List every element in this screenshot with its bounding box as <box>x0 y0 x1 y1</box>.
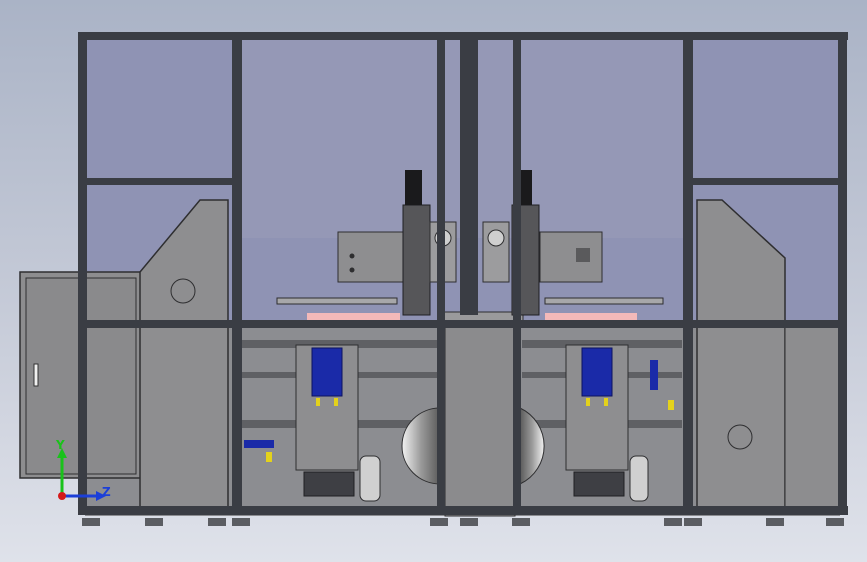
machine-assembly-model[interactable] <box>0 0 867 562</box>
coordinate-triad: Y Z <box>40 438 130 508</box>
cad-viewport[interactable]: Y Z <box>0 0 867 562</box>
leveling-feet <box>82 518 844 526</box>
y-axis-label: Y <box>56 438 65 452</box>
center-pedestal-left <box>444 325 516 517</box>
z-axis-label: Z <box>102 485 111 499</box>
axis-arrows-icon <box>57 448 106 501</box>
